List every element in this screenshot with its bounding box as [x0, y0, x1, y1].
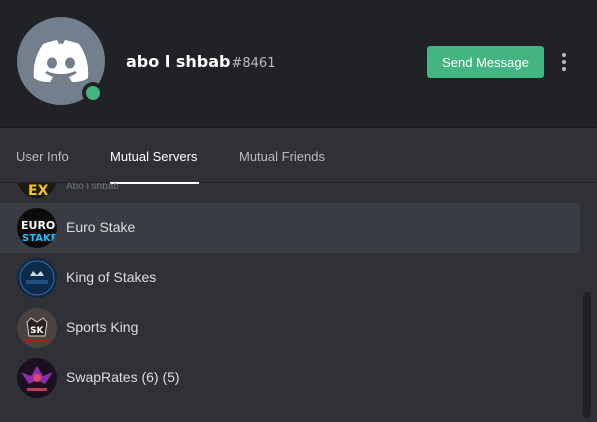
- sports-king-server-icon: SK: [17, 308, 57, 348]
- svg-text:EURO: EURO: [21, 219, 55, 232]
- list-item[interactable]: SK Sports King: [0, 303, 580, 353]
- tab-user-info[interactable]: User Info: [16, 149, 69, 164]
- more-options-icon[interactable]: [556, 50, 572, 74]
- list-item[interactable]: SwapRates (6) (5): [0, 353, 580, 403]
- profile-tabs: User Info Mutual Servers Mutual Friends: [0, 127, 597, 184]
- tab-mutual-friends[interactable]: Mutual Friends: [239, 149, 325, 164]
- scrollbar[interactable]: [583, 292, 591, 418]
- send-message-button[interactable]: Send Message: [427, 46, 544, 78]
- mutual-servers-list[interactable]: EX Abo l shbab EURO STAKE Euro Stake Kin…: [0, 183, 597, 422]
- list-item[interactable]: King of Stakes: [0, 253, 580, 303]
- king-of-stakes-server-icon: [17, 258, 57, 298]
- server-name: SwapRates (6) (5): [66, 369, 180, 385]
- list-item[interactable]: EX Abo l shbab: [0, 183, 580, 203]
- discord-logo-icon: [33, 40, 89, 82]
- online-status-indicator: [82, 82, 104, 104]
- server-name: King of Stakes: [66, 269, 157, 285]
- profile-header: abo l shbab#8461 Send Message: [0, 0, 597, 127]
- server-icon-partial: EX: [17, 183, 57, 198]
- server-name: Euro Stake: [66, 219, 136, 235]
- username-text: abo l shbab: [126, 52, 231, 71]
- discriminator: #8461: [231, 56, 276, 71]
- server-name: Sports King: [66, 319, 139, 335]
- server-nickname: Abo l shbab: [66, 183, 119, 192]
- euro-stake-server-icon: EURO STAKE: [17, 208, 57, 248]
- tab-mutual-servers[interactable]: Mutual Servers: [110, 149, 197, 164]
- svg-text:SK: SK: [30, 326, 44, 336]
- list-item[interactable]: EURO STAKE Euro Stake: [0, 203, 580, 253]
- svg-text:EX: EX: [28, 183, 49, 198]
- username: abo l shbab#8461: [126, 52, 275, 71]
- swaprates-server-icon: [17, 358, 57, 398]
- svg-text:STAKE: STAKE: [22, 233, 57, 244]
